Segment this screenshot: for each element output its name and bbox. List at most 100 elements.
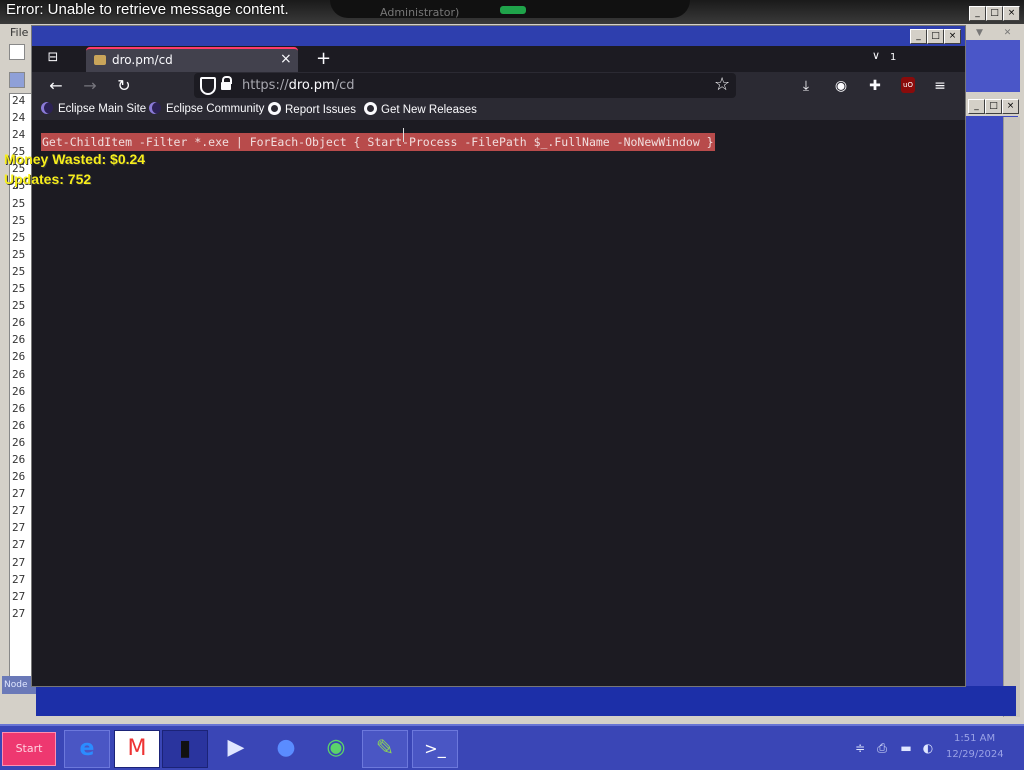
selected-command-text[interactable]: Get-ChildItem -Filter *.exe | ForEach-Ob…: [41, 133, 715, 151]
text-cursor-icon: [403, 128, 404, 142]
close-icon[interactable]: ×: [944, 29, 961, 44]
line-number: 26: [12, 350, 26, 364]
line-number: 26: [12, 384, 26, 398]
menu-file[interactable]: File: [10, 26, 28, 39]
account-icon[interactable]: ◉: [831, 76, 851, 96]
download-icon[interactable]: ⤓: [796, 76, 816, 96]
github-icon: [364, 102, 377, 115]
tab-list-icon[interactable]: ⊟: [44, 49, 62, 67]
eclipse-icon: [149, 102, 161, 114]
powershell-icon[interactable]: >_: [412, 730, 458, 768]
line-number: 25: [12, 196, 26, 210]
line-number: 25: [12, 213, 26, 227]
ublock-icon[interactable]: uO: [901, 77, 915, 93]
chevron-down-icon[interactable]: ∨: [872, 49, 880, 62]
vertical-scrollbar[interactable]: [1003, 117, 1020, 717]
forward-icon[interactable]: →: [80, 76, 100, 96]
tab-strip: ⊟ dro.pm/cd × + ∨ 1: [32, 46, 965, 73]
line-number: 26: [12, 452, 26, 466]
money-wasted-overlay: Money Wasted: $0.24: [4, 151, 146, 167]
lock-icon[interactable]: [221, 76, 232, 90]
volume-icon[interactable]: ◐: [920, 740, 936, 756]
start-button[interactable]: Start: [2, 732, 56, 766]
background-bottom-area: [36, 686, 1016, 716]
github-icon: [268, 102, 281, 115]
bookmark-report-issues[interactable]: Report Issues: [268, 102, 356, 116]
line-number: 25: [12, 247, 26, 261]
line-number: 27: [12, 521, 26, 535]
clock-date[interactable]: 12/29/2024: [946, 749, 1004, 760]
close-icon[interactable]: ✕: [1000, 27, 1015, 40]
line-number: 25: [12, 264, 26, 278]
menu-icon[interactable]: ≡: [930, 76, 950, 96]
bookmark-eclipse-community[interactable]: Eclipse Community: [149, 102, 264, 115]
line-number: 26: [12, 401, 26, 415]
maximize-icon[interactable]: □: [985, 99, 1002, 114]
network-status-icon[interactable]: ⎙: [874, 740, 890, 756]
background-titlebar: Administrator) Error: Unable to retrieve…: [0, 0, 1024, 24]
eclipse-icon: [41, 102, 53, 114]
bookmark-eclipse-main[interactable]: Eclipse Main Site: [41, 102, 146, 115]
new-file-icon[interactable]: [9, 44, 25, 60]
tab-count: 1: [890, 52, 897, 63]
reload-icon[interactable]: ↻: [114, 76, 134, 96]
tab-active[interactable]: dro.pm/cd ×: [86, 47, 298, 73]
line-number: 27: [12, 487, 26, 501]
updates-overlay: Updates: 752: [4, 171, 92, 187]
bookmark-label: Eclipse Main Site: [58, 103, 147, 115]
line-number: 25: [12, 282, 26, 296]
firefox-outer-titlebar: _ □ ×: [32, 26, 965, 46]
minimize-icon[interactable]: _: [910, 29, 927, 44]
page-content[interactable]: Get-ChildItem -Filter *.exe | ForEach-Ob…: [32, 120, 965, 686]
minimize-icon[interactable]: _: [969, 6, 986, 21]
tab-title: dro.pm/cd: [112, 53, 173, 67]
background-title: Administrator): [380, 6, 460, 19]
internet-explorer-icon[interactable]: e: [64, 730, 110, 768]
gmail-icon[interactable]: M: [114, 730, 160, 768]
close-icon[interactable]: ×: [1003, 6, 1020, 21]
navigation-bar: ← → ↻ https://dro.pm/cd ☆ ⤓ ◉ ✚ uO ≡: [32, 72, 965, 100]
bookmark-get-new-releases[interactable]: Get New Releases: [364, 102, 477, 116]
network-icon[interactable]: ◉: [314, 730, 358, 766]
line-number: 27: [12, 555, 26, 569]
line-number: 26: [12, 367, 26, 381]
shield-icon[interactable]: [200, 77, 216, 95]
close-icon[interactable]: ×: [1002, 99, 1019, 114]
display-icon[interactable]: ▬: [898, 740, 914, 756]
bookmark-label: Report Issues: [285, 104, 356, 116]
firefox-window: _ □ × ⊟ dro.pm/cd × + ∨ 1 ← → ↻ https://…: [31, 25, 966, 687]
url-scheme: https://: [242, 78, 289, 93]
line-number: 26: [12, 316, 26, 330]
url-text[interactable]: https://dro.pm/cd: [242, 78, 354, 93]
maximize-icon[interactable]: □: [927, 29, 944, 44]
line-number: 25: [12, 299, 26, 313]
save-icon[interactable]: [9, 72, 25, 88]
clock-time[interactable]: 1:51 AM: [954, 733, 995, 744]
line-number: 25: [12, 230, 26, 244]
url-bar[interactable]: https://dro.pm/cd ☆: [194, 73, 736, 98]
start-label: Start: [15, 742, 43, 755]
tray-expand-icon[interactable]: ≑: [852, 740, 868, 756]
line-number: 27: [12, 589, 26, 603]
folder-icon: [94, 55, 106, 65]
extensions-icon[interactable]: ✚: [865, 76, 885, 96]
notepad-plus-icon[interactable]: ✎: [362, 730, 408, 768]
line-number: 24: [12, 111, 26, 125]
globe-icon[interactable]: ●: [264, 730, 308, 766]
url-host: dro.pm: [288, 78, 335, 93]
filter-icon[interactable]: ▼: [972, 27, 987, 40]
close-tab-icon[interactable]: ×: [280, 51, 292, 67]
line-number: 26: [12, 333, 26, 347]
back-icon[interactable]: ←: [46, 76, 66, 96]
bookmark-label: Eclipse Community: [166, 103, 265, 115]
bookmark-star-icon[interactable]: ☆: [714, 74, 730, 95]
right-blue-area: [966, 40, 1020, 92]
bookmark-label: Get New Releases: [381, 104, 477, 116]
media-player-icon[interactable]: ▶: [214, 730, 258, 766]
new-tab-icon[interactable]: +: [316, 48, 331, 69]
system-tray: ≑ ⎙ ▬ ◐ 1:51 AM 12/29/2024: [848, 730, 1022, 766]
minimize-icon[interactable]: _: [968, 99, 985, 114]
terminal-icon[interactable]: ▮: [162, 730, 208, 768]
line-number: 24: [12, 128, 26, 142]
maximize-icon[interactable]: □: [986, 6, 1003, 21]
